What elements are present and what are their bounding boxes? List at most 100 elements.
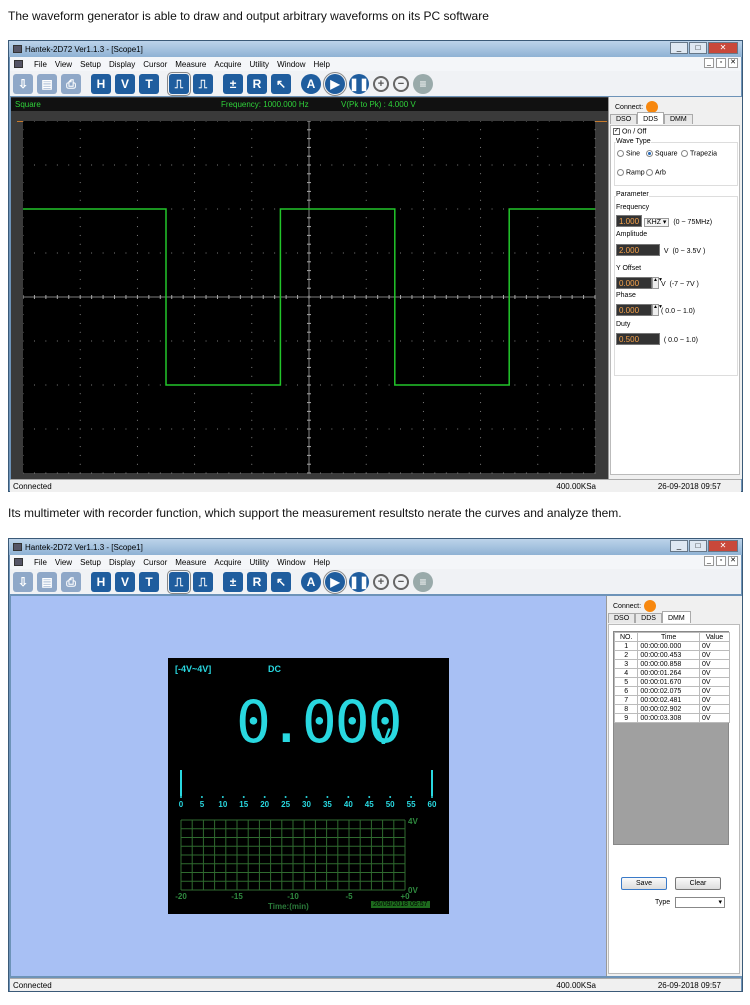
tab-dds[interactable]: DDS: [635, 613, 662, 623]
tab-dso[interactable]: DSO: [610, 114, 638, 124]
table-row[interactable]: 7 00:00:02.481 0V: [613, 695, 731, 705]
table-row[interactable]: 8 00:00:02.902 0V: [613, 704, 731, 714]
dso-mode-icon[interactable]: ⎍: [167, 569, 191, 594]
tab-dds[interactable]: DDS: [637, 112, 664, 124]
table-row[interactable]: 9 00:00:03.308 0V: [613, 713, 731, 723]
auto-icon[interactable]: A: [301, 73, 321, 94]
radio-sine[interactable]: Sine: [617, 150, 640, 157]
offset-input[interactable]: 0.000: [616, 277, 652, 289]
trigger-icon[interactable]: T: [139, 571, 159, 592]
maximize-button[interactable]: □: [689, 42, 707, 54]
reference-icon[interactable]: R: [247, 571, 267, 592]
menu-utility[interactable]: Utility: [250, 60, 270, 69]
menu-setup[interactable]: Setup: [80, 60, 101, 69]
dso-mode-icon[interactable]: ⎍: [167, 71, 191, 96]
mdi-close[interactable]: ✕: [728, 556, 738, 566]
type-select[interactable]: ▾: [675, 897, 725, 908]
horizontal-icon[interactable]: H: [91, 571, 111, 592]
mdi-minimize[interactable]: _: [704, 556, 714, 566]
reference-icon[interactable]: R: [247, 73, 267, 94]
tab-dmm[interactable]: DMM: [661, 611, 691, 623]
dds-mode-icon[interactable]: ⎍: [193, 571, 213, 592]
table-row[interactable]: 6 00:00:02.075 0V: [613, 686, 731, 696]
save-button[interactable]: Save: [621, 877, 667, 890]
pause-icon[interactable]: ❚❚: [349, 73, 369, 94]
menu-help[interactable]: Help: [314, 558, 330, 567]
vertical-icon[interactable]: V: [115, 73, 135, 94]
table-row[interactable]: 4 00:00:01.264 0V: [613, 668, 731, 678]
phase-spinner[interactable]: ▲▼: [652, 304, 663, 316]
open-icon[interactable]: ⇩: [13, 73, 33, 94]
menu-acquire[interactable]: Acquire: [214, 558, 241, 567]
grid-dot: [125, 384, 127, 386]
menu-setup[interactable]: Setup: [80, 558, 101, 567]
amplitude-input[interactable]: 2.000: [616, 244, 660, 256]
menu-file[interactable]: File: [34, 558, 47, 567]
mdi-restore[interactable]: ▫: [716, 556, 726, 566]
zoom-out-icon[interactable]: −: [393, 75, 409, 92]
clear-button[interactable]: Clear: [675, 877, 721, 890]
cursor-icon[interactable]: ↖: [271, 571, 291, 592]
phase-input[interactable]: 0.000: [616, 304, 652, 316]
menu-cursor[interactable]: Cursor: [143, 60, 167, 69]
save-icon[interactable]: ▤: [37, 571, 57, 592]
trigger-icon[interactable]: T: [139, 73, 159, 94]
table-row[interactable]: 2 00:00:00.453 0V: [613, 650, 731, 660]
menu-window[interactable]: Window: [277, 60, 305, 69]
minimize-button[interactable]: _: [670, 540, 688, 552]
save-icon[interactable]: ▤: [37, 73, 57, 94]
mdi-minimize[interactable]: _: [704, 58, 714, 68]
close-button[interactable]: ✕: [708, 540, 738, 552]
dmm-record-table[interactable]: NO. Time Value 1 00:00:00.000 0V 2 00:00:00.453…: [613, 631, 731, 845]
table-row[interactable]: 3 00:00:00.858 0V: [613, 659, 731, 669]
horizontal-icon[interactable]: H: [91, 73, 111, 94]
tab-dso[interactable]: DSO: [608, 613, 636, 623]
radio-ramp[interactable]: Ramp: [617, 169, 645, 176]
run-icon[interactable]: ▶: [323, 569, 347, 594]
menu-help[interactable]: Help: [314, 60, 330, 69]
clear-icon[interactable]: ≡: [413, 571, 433, 592]
menu-view[interactable]: View: [55, 558, 72, 567]
pause-icon[interactable]: ❚❚: [349, 571, 369, 592]
onoff-checkbox[interactable]: ✓ On / Off: [613, 128, 646, 135]
menu-file[interactable]: File: [34, 60, 47, 69]
menu-cursor[interactable]: Cursor: [143, 558, 167, 567]
menu-acquire[interactable]: Acquire: [214, 60, 241, 69]
menu-view[interactable]: View: [55, 60, 72, 69]
zoom-out-icon[interactable]: −: [393, 573, 409, 590]
menu-utility[interactable]: Utility: [250, 558, 270, 567]
menu-measure[interactable]: Measure: [175, 558, 206, 567]
menu-display[interactable]: Display: [109, 60, 135, 69]
radio-arb[interactable]: Arb: [646, 169, 666, 176]
menu-window[interactable]: Window: [277, 558, 305, 567]
minimize-button[interactable]: _: [670, 42, 688, 54]
offset-spinner[interactable]: ▲▼: [652, 277, 663, 289]
math-icon[interactable]: ±: [223, 73, 243, 94]
frequency-input[interactable]: 1.000: [616, 215, 643, 227]
tab-dmm[interactable]: DMM: [663, 114, 693, 124]
print-icon[interactable]: ⎙: [61, 571, 81, 592]
radio-square[interactable]: Square: [646, 150, 678, 157]
maximize-button[interactable]: □: [689, 540, 707, 552]
radio-trapezia[interactable]: Trapezia: [681, 150, 717, 157]
vertical-icon[interactable]: V: [115, 571, 135, 592]
math-icon[interactable]: ±: [223, 571, 243, 592]
zoom-in-icon[interactable]: +: [373, 75, 389, 92]
print-icon[interactable]: ⎙: [61, 73, 81, 94]
table-row[interactable]: 5 00:00:01.670 0V: [613, 677, 731, 687]
menu-display[interactable]: Display: [109, 558, 135, 567]
dds-mode-icon[interactable]: ⎍: [193, 73, 213, 94]
mdi-restore[interactable]: ▫: [716, 58, 726, 68]
close-button[interactable]: ✕: [708, 42, 738, 54]
menu-measure[interactable]: Measure: [175, 60, 206, 69]
auto-icon[interactable]: A: [301, 571, 321, 592]
cursor-icon[interactable]: ↖: [271, 73, 291, 94]
mdi-close[interactable]: ✕: [728, 58, 738, 68]
table-row[interactable]: 1 00:00:00.000 0V: [613, 641, 731, 651]
duty-input[interactable]: 0.500: [616, 333, 660, 345]
frequency-unit-select[interactable]: KHZ ▾: [643, 218, 670, 227]
open-icon[interactable]: ⇩: [13, 571, 33, 592]
clear-icon[interactable]: ≡: [413, 73, 433, 94]
zoom-in-icon[interactable]: +: [373, 573, 389, 590]
run-icon[interactable]: ▶: [323, 71, 347, 96]
